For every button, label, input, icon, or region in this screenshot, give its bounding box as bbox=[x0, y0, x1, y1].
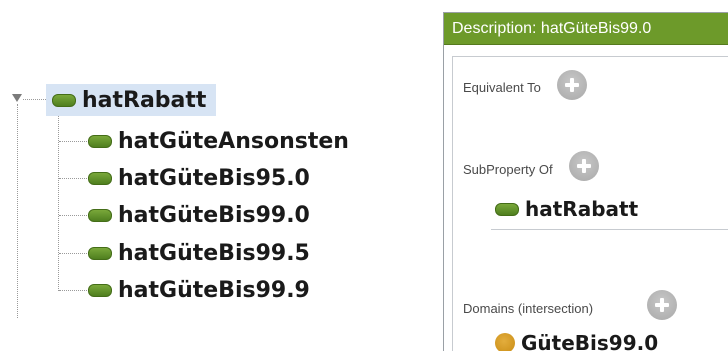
tree-node-hatrabatt[interactable]: hatRabatt bbox=[46, 84, 217, 116]
collapse-toggle-icon[interactable] bbox=[12, 94, 22, 102]
tree-connector bbox=[59, 141, 89, 142]
panel-body: Equivalent To SubProperty Of hatRabatt D… bbox=[452, 56, 728, 351]
tree-node-label: hatGüteBis99.9 bbox=[118, 277, 310, 303]
panel-title: Description: hatGüteBis99.0 bbox=[452, 19, 652, 37]
tree-node-label: hatGüteBis99.0 bbox=[118, 202, 310, 228]
panel-header: Description: hatGüteBis99.0 bbox=[444, 13, 728, 45]
property-hierarchy-tree: hatRabatt hatGüteAnsonsten hatGüteBis95.… bbox=[0, 0, 420, 351]
tree-connector bbox=[17, 104, 18, 318]
object-property-icon bbox=[88, 171, 112, 185]
tree-node-label: hatRabatt bbox=[82, 87, 207, 113]
tree-node-hatgutebis99-5[interactable]: hatGüteBis99.5 bbox=[88, 238, 310, 268]
description-panel: Description: hatGüteBis99.0 Equivalent T… bbox=[443, 12, 728, 351]
add-equivalent-button[interactable] bbox=[557, 70, 587, 100]
object-property-icon bbox=[88, 283, 112, 297]
equivalent-to-label: Equivalent To bbox=[463, 80, 541, 95]
tree-connector bbox=[59, 253, 89, 254]
tree-node-hatgutebis95[interactable]: hatGüteBis95.0 bbox=[88, 163, 310, 193]
tree-node-hatgutebis99[interactable]: hatGüteBis99.0 bbox=[88, 200, 310, 230]
tree-node-hatguteansonsten[interactable]: hatGüteAnsonsten bbox=[88, 126, 349, 156]
tree-connector bbox=[59, 215, 89, 216]
entry-label: hatRabatt bbox=[525, 197, 639, 221]
entry-divider bbox=[491, 229, 728, 230]
class-icon bbox=[495, 333, 515, 351]
tree-connector bbox=[59, 290, 89, 291]
object-property-icon bbox=[52, 93, 76, 107]
object-property-icon bbox=[88, 134, 112, 148]
entry-label: GüteBis99.0 bbox=[521, 331, 659, 351]
tree-connector bbox=[23, 99, 46, 100]
object-property-icon bbox=[88, 208, 112, 222]
tree-connector bbox=[58, 110, 59, 291]
subproperty-of-label: SubProperty Of bbox=[463, 162, 553, 177]
add-domain-button[interactable] bbox=[647, 290, 677, 320]
tree-node-label: hatGüteBis99.5 bbox=[118, 240, 310, 266]
add-subproperty-button[interactable] bbox=[569, 151, 599, 181]
domains-label: Domains (intersection) bbox=[463, 301, 594, 316]
domain-entry-gutebis99[interactable]: GüteBis99.0 bbox=[495, 331, 658, 351]
tree-connector bbox=[59, 178, 89, 179]
tree-node-label: hatGüteAnsonsten bbox=[118, 128, 349, 154]
object-property-icon bbox=[495, 202, 519, 216]
tree-node-label: hatGüteBis95.0 bbox=[118, 165, 310, 191]
tree-node-hatgutebis99-9[interactable]: hatGüteBis99.9 bbox=[88, 275, 310, 305]
object-property-icon bbox=[88, 246, 112, 260]
subproperty-entry-hatrabatt[interactable]: hatRabatt bbox=[495, 197, 638, 221]
